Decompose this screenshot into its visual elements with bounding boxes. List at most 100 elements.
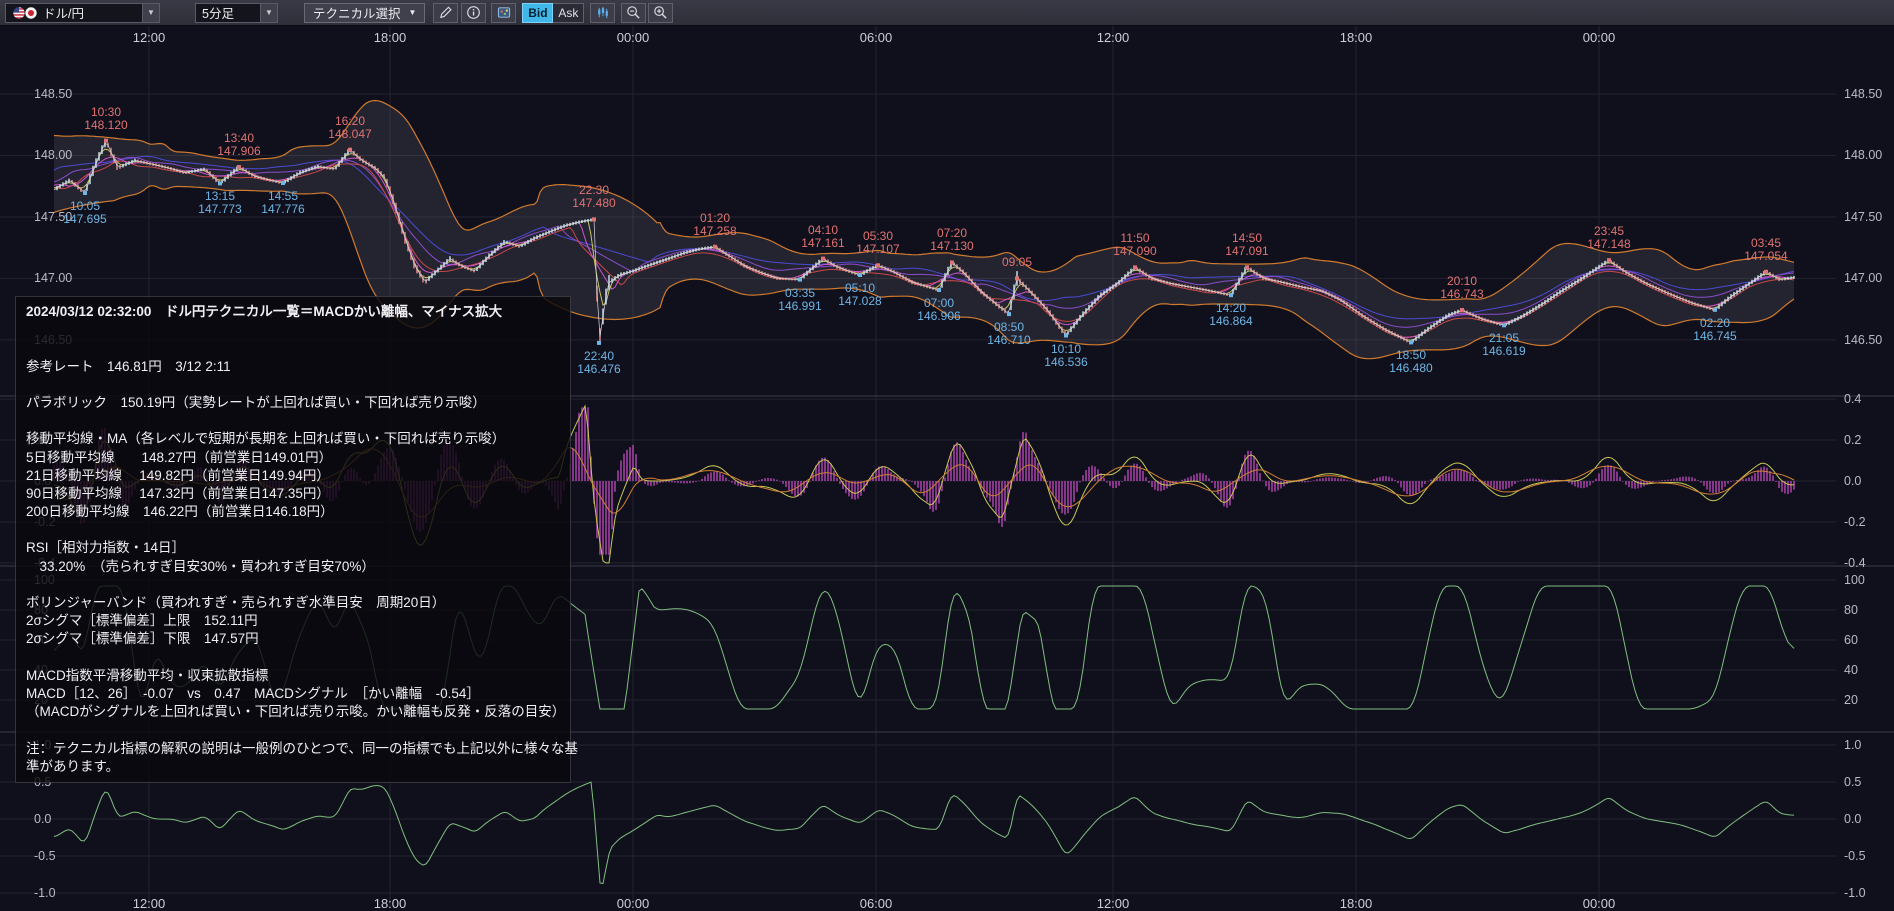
macd-histogram-bar <box>1712 481 1714 493</box>
macd-histogram-bar <box>1508 481 1510 488</box>
macd-histogram-bar <box>1460 470 1462 481</box>
macd-histogram-bar <box>722 475 724 481</box>
macd-histogram-bar <box>920 481 922 492</box>
macd-histogram-bar <box>1547 480 1549 481</box>
macd-histogram-bar <box>1106 481 1108 483</box>
macd-histogram-bar <box>707 474 709 481</box>
macd-histogram-bar <box>1793 481 1795 490</box>
macd-histogram-bar <box>1583 481 1585 488</box>
macd-histogram-bar <box>1763 467 1765 481</box>
macd-histogram-bar <box>1313 480 1315 481</box>
axis-label-right: 60 <box>1844 633 1858 647</box>
annotation-marker <box>821 257 825 261</box>
zoom-out-button[interactable] <box>621 3 646 23</box>
macd-histogram-bar <box>1442 475 1444 481</box>
macd-histogram-bar <box>1403 481 1405 491</box>
macd-histogram-bar <box>914 481 916 485</box>
macd-histogram-bar <box>1076 481 1078 492</box>
macd-histogram-bar <box>767 478 769 481</box>
price-annotation-low: 07:00146.906 <box>917 297 960 323</box>
technical-summary-line <box>26 721 560 739</box>
macd-histogram-bar <box>965 460 967 481</box>
macd-histogram-bar <box>1400 481 1402 487</box>
price-annotation-high: 23:45147.148 <box>1587 225 1630 251</box>
price-annotation-low: 10:05147.695 <box>63 200 106 226</box>
axis-label-right: 147.50 <box>1844 210 1882 224</box>
time-axis-label-bottom: 00:00 <box>1583 896 1616 911</box>
macd-histogram-bar <box>1103 478 1105 481</box>
time-axis-label-top: 12:00 <box>1097 30 1130 45</box>
macd-histogram-bar <box>1580 481 1582 488</box>
technical-summary-line: 21日移動平均線 149.82円（前営業日149.94円） <box>26 467 560 485</box>
macd-histogram-bar <box>1394 480 1396 481</box>
macd-histogram-bar <box>1088 467 1090 481</box>
macd-histogram-bar <box>770 478 772 481</box>
macd-histogram-bar <box>1733 481 1735 482</box>
axis-label-right: 0.5 <box>1844 775 1861 789</box>
technical-summary-line: 2024/03/12 02:32:00 ドル円テクニカル一覧＝MACDかい離幅、… <box>26 303 560 321</box>
macd-histogram-bar <box>1058 481 1060 509</box>
info-button[interactable] <box>461 3 486 23</box>
axis-label-right: -0.5 <box>1844 849 1866 863</box>
macd-histogram-bar <box>773 479 775 481</box>
macd-histogram-bar <box>1253 456 1255 481</box>
macd-histogram-bar <box>1022 432 1024 481</box>
macd-histogram-bar <box>791 481 793 494</box>
macd-histogram-bar <box>1787 481 1789 494</box>
macd-histogram-bar <box>1151 481 1153 487</box>
macd-histogram-bar <box>1070 481 1072 509</box>
macd-histogram-bar <box>1085 470 1087 481</box>
macd-histogram-bar <box>1115 481 1117 488</box>
ask-toggle[interactable]: Ask <box>553 3 584 23</box>
currency-pair-selector[interactable]: ドル/円 <box>5 3 143 23</box>
chart-type-button[interactable] <box>590 3 615 23</box>
time-axis-label-bottom: 12:00 <box>1097 896 1130 911</box>
macd-histogram-bar <box>1214 481 1216 488</box>
macd-histogram-bar <box>1493 481 1495 488</box>
currency-pair-label: ドル/円 <box>43 3 84 22</box>
macd-histogram-bar <box>935 481 937 510</box>
bid-ask-toggle: Bid Ask <box>522 3 584 23</box>
macd-histogram-bar <box>587 407 589 481</box>
axis-label-right: 0.4 <box>1844 392 1861 406</box>
macd-histogram-bar <box>962 452 964 481</box>
macd-histogram-bar <box>1529 479 1531 481</box>
macd-histogram-bar <box>1520 480 1522 481</box>
macd-histogram-bar <box>1721 481 1723 490</box>
macd-histogram-bar <box>1310 481 1312 482</box>
macd-histogram-bar <box>1124 476 1126 482</box>
macd-histogram-bar <box>1682 477 1684 481</box>
macd-histogram-bar <box>827 460 829 481</box>
macd-histogram-bar <box>734 481 736 485</box>
macd-histogram-bar <box>674 481 676 483</box>
macd-histogram-bar <box>1325 478 1327 481</box>
price-annotation-high: 20:10146.743 <box>1440 275 1483 301</box>
macd-histogram-bar <box>1544 480 1546 481</box>
macd-histogram-bar <box>1595 479 1597 481</box>
macd-histogram-bar <box>1220 481 1222 501</box>
timeframe-dropdown-button[interactable]: ▼ <box>261 3 278 23</box>
price-annotation-high: 11:50147.090 <box>1113 232 1156 258</box>
axis-label-left: 147.00 <box>34 271 72 285</box>
technical-summary-line: ボリンジャーバンド（買われすぎ・売られすぎ水準目安 周期20日） <box>26 594 560 612</box>
draw-tool-button[interactable] <box>433 3 458 23</box>
macd-histogram-bar <box>1679 477 1681 481</box>
technical-summary-line: 90日移動平均線 147.32円（前営業日147.35円） <box>26 485 560 503</box>
macd-histogram-bar <box>1676 478 1678 481</box>
macd-histogram-bar <box>1199 473 1201 481</box>
currency-pair-dropdown-button[interactable]: ▼ <box>143 3 160 23</box>
macd-histogram-bar <box>1658 481 1660 482</box>
bid-toggle[interactable]: Bid <box>522 3 553 23</box>
axis-label-right: -0.4 <box>1844 556 1866 570</box>
chart-settings-button[interactable] <box>491 3 516 23</box>
macd-histogram-bar <box>983 481 985 493</box>
macd-histogram-bar <box>704 476 706 481</box>
macd-histogram-bar <box>1670 479 1672 481</box>
macd-histogram-bar <box>575 432 577 481</box>
technical-select-button[interactable]: テクニカル選択 ▼ <box>304 3 425 23</box>
timeframe-selector[interactable]: 5分足 <box>195 3 261 23</box>
zoom-in-button[interactable] <box>648 3 673 23</box>
macd-histogram-bar <box>1610 466 1612 482</box>
macd-histogram-bar <box>1319 479 1321 482</box>
macd-histogram-bar <box>956 442 958 481</box>
